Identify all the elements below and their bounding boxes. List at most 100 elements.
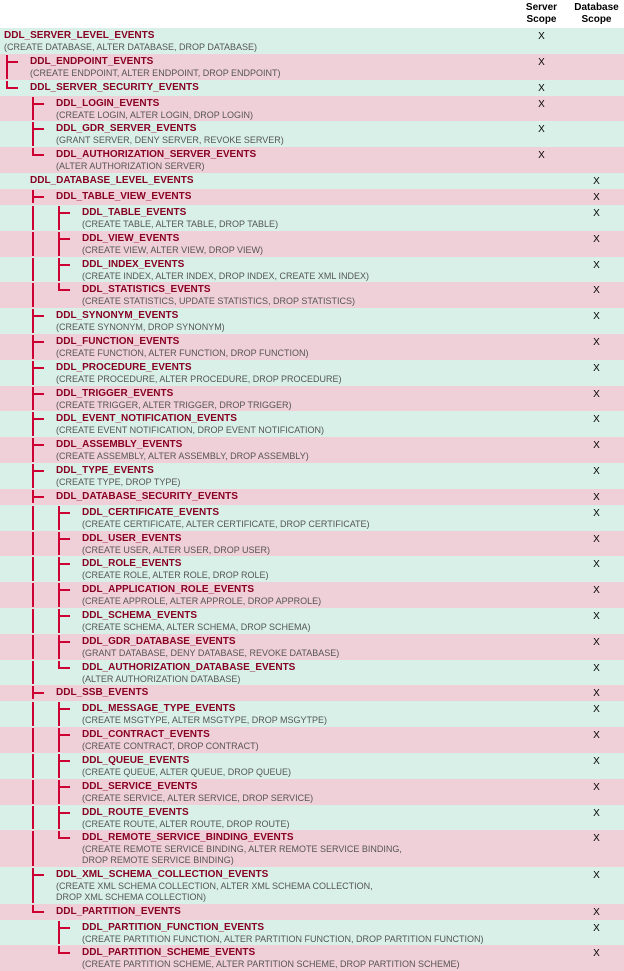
server-scope-mark: X xyxy=(514,121,569,137)
event-tree: DDL_SERVER_LEVEL_EVENTS(CREATE DATABASE,… xyxy=(0,28,624,971)
tree-connector xyxy=(30,309,56,333)
event-detail: (ALTER AUTHORIZATION DATABASE) xyxy=(82,674,295,685)
tree-connector xyxy=(30,728,56,752)
event-detail: (GRANT SERVER, DENY SERVER, REVOKE SERVE… xyxy=(56,135,284,146)
server-scope-mark: X xyxy=(514,28,569,44)
tree-connector xyxy=(56,609,82,633)
tree-connector xyxy=(4,506,30,530)
database-scope-mark: X xyxy=(569,701,624,717)
event-row: DDL_USER_EVENTS(CREATE USER, ALTER USER,… xyxy=(0,531,624,557)
tree-connector xyxy=(30,361,56,385)
server-scope-mark xyxy=(514,805,569,807)
tree-connector xyxy=(30,905,56,918)
tree-connector xyxy=(30,583,56,607)
event-title: DDL_CONTRACT_EVENTS xyxy=(82,729,210,740)
tree-connector xyxy=(4,361,30,385)
server-scope-mark xyxy=(514,830,569,832)
tree-connector xyxy=(56,921,82,945)
tree-connector xyxy=(30,335,56,359)
server-scope-mark xyxy=(514,531,569,533)
database-scope-mark: X xyxy=(569,685,624,701)
database-scope-mark: X xyxy=(569,308,624,324)
database-scope-mark: X xyxy=(569,805,624,821)
database-scope-mark xyxy=(569,96,624,98)
tree-connector xyxy=(4,583,30,607)
tree-connector xyxy=(30,148,56,172)
tree-connector xyxy=(30,438,56,462)
event-title: DDL_ROLE_EVENTS xyxy=(82,558,181,569)
tree-connector xyxy=(4,702,30,726)
event-row: DDL_TABLE_VIEW_EVENTSX xyxy=(0,189,624,205)
server-scope-mark xyxy=(514,608,569,610)
event-detail: (CREATE TABLE, ALTER TABLE, DROP TABLE) xyxy=(82,219,278,230)
tree-connector xyxy=(4,258,30,282)
database-scope-mark: X xyxy=(569,334,624,350)
tree-connector xyxy=(4,309,30,333)
tree-connector xyxy=(4,283,30,307)
tree-connector xyxy=(4,97,30,121)
server-scope-mark xyxy=(514,634,569,636)
database-scope-mark: X xyxy=(569,830,624,846)
server-scope-mark xyxy=(514,779,569,781)
header-database-scope: Database Scope xyxy=(569,0,624,28)
database-scope-mark: X xyxy=(569,779,624,795)
event-title: DDL_SERVER_SECURITY_EVENTS xyxy=(30,82,199,93)
database-scope-mark: X xyxy=(569,945,624,961)
server-scope-mark xyxy=(514,489,569,491)
database-scope-mark: X xyxy=(569,189,624,205)
event-title: DDL_VIEW_EVENTS xyxy=(82,233,179,244)
event-title: DDL_AUTHORIZATION_SERVER_EVENTS xyxy=(56,149,256,160)
event-row: DDL_PARTITION_EVENTS X xyxy=(0,904,624,920)
tree-connector xyxy=(30,609,56,633)
event-row: DDL_GDR_SERVER_EVENTS(GRANT SERVER, DENY… xyxy=(0,121,624,147)
event-detail: (CREATE PARTITION SCHEME, ALTER PARTITIO… xyxy=(82,959,460,970)
event-row: DDL_SERVER_SECURITY_EVENTSX xyxy=(0,80,624,96)
database-scope-mark: X xyxy=(569,531,624,547)
event-row: DDL_REMOTE_SERVICE_BINDING_EVENTS(CREATE… xyxy=(0,830,624,867)
event-detail: (CREATE VIEW, ALTER VIEW, DROP VIEW) xyxy=(82,245,263,256)
tree-connector xyxy=(56,754,82,778)
event-detail: (CREATE SYNONYM, DROP SYNONYM) xyxy=(56,322,225,333)
event-row: DDL_MESSAGE_TYPE_EVENTS(CREATE MSGTYPE, … xyxy=(0,701,624,727)
tree-connector xyxy=(56,206,82,230)
tree-connector xyxy=(4,148,30,172)
server-scope-mark xyxy=(514,231,569,233)
event-title: DDL_CERTIFICATE_EVENTS xyxy=(82,507,219,518)
tree-connector xyxy=(4,609,30,633)
server-scope-mark xyxy=(514,437,569,439)
database-scope-mark: X xyxy=(569,463,624,479)
tree-connector xyxy=(30,780,56,804)
server-scope-mark xyxy=(514,867,569,869)
event-title: DDL_FUNCTION_EVENTS xyxy=(56,336,179,347)
database-scope-mark: X xyxy=(569,437,624,453)
event-title: DDL_PARTITION_FUNCTION_EVENTS xyxy=(82,922,264,933)
event-row: DDL_TYPE_EVENTS(CREATE TYPE, DROP TYPE)X xyxy=(0,463,624,489)
event-detail: (CREATE ENDPOINT, ALTER ENDPOINT, DROP E… xyxy=(30,68,281,79)
event-detail: (GRANT DATABASE, DENY DATABASE, REVOKE D… xyxy=(82,648,339,659)
event-title: DDL_REMOTE_SERVICE_BINDING_EVENTS xyxy=(82,832,294,843)
event-detail: (CREATE ASSEMBLY, ALTER ASSEMBLY, DROP A… xyxy=(56,451,309,462)
event-detail: (CREATE LOGIN, ALTER LOGIN, DROP LOGIN) xyxy=(56,110,253,121)
tree-connector xyxy=(30,206,56,230)
server-scope-mark xyxy=(514,685,569,687)
database-scope-mark: X xyxy=(569,753,624,769)
event-title: DDL_PARTITION_SCHEME_EVENTS xyxy=(82,947,255,958)
event-detail: (CREATE ROLE, ALTER ROLE, DROP ROLE) xyxy=(82,570,269,581)
database-scope-mark xyxy=(569,147,624,149)
event-row: DDL_LOGIN_EVENTS(CREATE LOGIN, ALTER LOG… xyxy=(0,96,624,122)
server-scope-mark xyxy=(514,386,569,388)
tree-connector xyxy=(30,868,56,903)
server-scope-mark xyxy=(514,556,569,558)
tree-connector xyxy=(56,831,82,866)
event-detail: (CREATE TYPE, DROP TYPE) xyxy=(56,477,180,488)
server-scope-mark xyxy=(514,334,569,336)
event-title: DDL_GDR_DATABASE_EVENTS xyxy=(82,636,236,647)
database-scope-mark: X xyxy=(569,489,624,505)
tree-connector xyxy=(30,283,56,307)
tree-connector xyxy=(30,831,56,866)
event-title: DDL_PARTITION_EVENTS xyxy=(56,906,181,917)
database-scope-mark: X xyxy=(569,904,624,920)
event-title: DDL_EVENT_NOTIFICATION_EVENTS xyxy=(56,413,237,424)
event-row: DDL_VIEW_EVENTS(CREATE VIEW, ALTER VIEW,… xyxy=(0,231,624,257)
event-row: DDL_DATABASE_LEVEL_EVENTSX xyxy=(0,173,624,189)
